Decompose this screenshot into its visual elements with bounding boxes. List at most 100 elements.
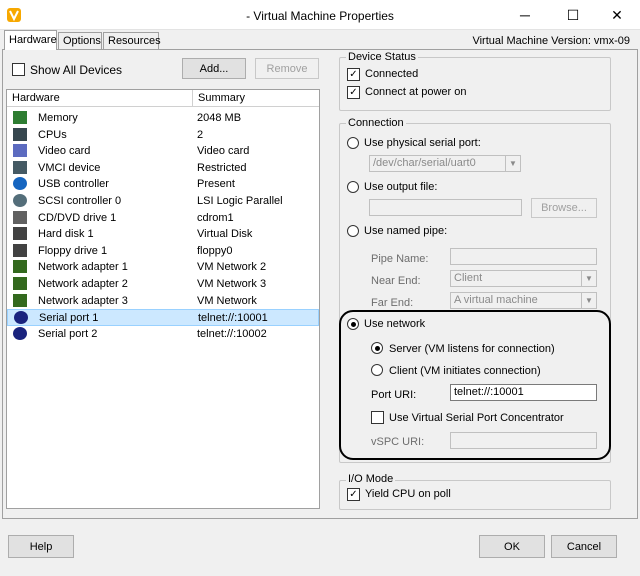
- tab-resources[interactable]: Resources: [103, 32, 161, 49]
- chevron-down-icon: ▼: [581, 293, 596, 308]
- hardware-row[interactable]: Network adapter 1 VM Network 2: [7, 259, 319, 276]
- output-file-input[interactable]: [369, 199, 522, 216]
- add-button[interactable]: Add...: [182, 58, 246, 79]
- chevron-down-icon: ▼: [581, 271, 596, 286]
- hardware-name: Serial port 2: [38, 327, 98, 340]
- hardware-name: Network adapter 1: [38, 261, 128, 274]
- physical-serial-port-value: /dev/char/serial/uart0: [373, 157, 476, 169]
- hardware-row[interactable]: Floppy drive 1 floppy0: [7, 243, 319, 260]
- network-highlight-annotation: [339, 310, 611, 460]
- close-button[interactable]: ✕: [594, 0, 640, 30]
- column-header-summary[interactable]: Summary: [193, 90, 319, 107]
- network-icon: [13, 260, 27, 274]
- pipe-name-label: Pipe Name:: [371, 253, 429, 265]
- remove-button[interactable]: Remove: [255, 58, 319, 79]
- show-all-devices-label: Show All Devices: [30, 63, 123, 77]
- hardware-row[interactable]: SCSI controller 0 LSI Logic Parallel: [7, 193, 319, 210]
- physical-serial-port-radio[interactable]: [347, 137, 359, 149]
- hardware-list[interactable]: Hardware Summary Memory 2048 MB CPUs 2 Video…: [6, 89, 320, 509]
- connection-legend: Connection: [346, 117, 406, 129]
- cd-icon: [13, 210, 27, 224]
- hardware-row[interactable]: VMCI device Restricted: [7, 160, 319, 177]
- browse-button[interactable]: Browse...: [531, 198, 597, 218]
- hardware-summary: VM Network: [197, 294, 257, 307]
- device-status-legend: Device Status: [346, 51, 418, 63]
- show-all-devices-checkbox[interactable]: [12, 63, 25, 76]
- minimize-button[interactable]: ─: [502, 0, 548, 30]
- hardware-name: CD/DVD drive 1: [38, 211, 117, 224]
- hardware-summary: Virtual Disk: [197, 228, 253, 241]
- hardware-name: VMCI device: [38, 161, 101, 174]
- hardware-summary: Present: [197, 178, 235, 191]
- column-header-hardware[interactable]: Hardware: [7, 90, 193, 107]
- maximize-button[interactable]: ☐: [550, 0, 596, 30]
- output-file-radio[interactable]: [347, 181, 359, 193]
- hardware-summary: Video card: [197, 145, 250, 158]
- pipe-name-input[interactable]: [450, 248, 597, 265]
- physical-serial-port-label: Use physical serial port:: [364, 137, 481, 149]
- maximize-icon: ☐: [566, 6, 580, 23]
- hardware-name: Video card: [38, 145, 91, 158]
- hardware-row[interactable]: Network adapter 2 VM Network 3: [7, 276, 319, 293]
- hardware-name: USB controller: [38, 178, 109, 191]
- near-end-select[interactable]: Client ▼: [450, 270, 597, 287]
- tab-options[interactable]: Options: [58, 32, 102, 49]
- connected-checkbox[interactable]: ✓: [347, 68, 360, 81]
- io-mode-legend: I/O Mode: [346, 473, 396, 485]
- connected-label: Connected: [365, 68, 419, 80]
- minimize-icon: ─: [520, 7, 530, 23]
- hardware-name: Floppy drive 1: [38, 244, 108, 257]
- check-icon: ✓: [349, 488, 358, 500]
- hardware-summary: VM Network 3: [197, 278, 267, 290]
- hardware-summary: cdrom1: [197, 211, 234, 224]
- hardware-name: SCSI controller 0: [38, 195, 122, 207]
- tab-label: Hardware: [9, 34, 57, 46]
- hardware-row[interactable]: USB controller Present: [7, 176, 319, 193]
- physical-serial-port-select[interactable]: /dev/char/serial/uart0 ▼: [369, 155, 521, 172]
- hardware-row[interactable]: Hard disk 1 Virtual Disk: [7, 226, 319, 243]
- hardware-row[interactable]: Video card Video card: [7, 143, 319, 160]
- chevron-down-icon: ▼: [505, 156, 520, 171]
- ok-button[interactable]: OK: [479, 535, 545, 558]
- title-bar: - Virtual Machine Properties ─ ☐ ✕: [0, 0, 640, 30]
- hardware-row[interactable]: Network adapter 3 VM Network: [7, 293, 319, 310]
- hardware-name: Memory: [38, 112, 78, 124]
- near-end-label: Near End:: [371, 275, 421, 287]
- hardware-summary: Restricted: [197, 161, 247, 174]
- hardware-row[interactable]: Serial port 2 telnet://:10002: [7, 326, 319, 343]
- hardware-row[interactable]: Serial port 1 telnet://:10001: [7, 309, 319, 326]
- check-icon: ✓: [349, 68, 358, 80]
- far-end-select[interactable]: A virtual machine ▼: [450, 292, 597, 309]
- hardware-summary: 2: [197, 128, 204, 141]
- hard-disk-icon: [13, 227, 27, 241]
- cancel-button[interactable]: Cancel: [551, 535, 617, 558]
- floppy-icon: [13, 243, 27, 257]
- hardware-row[interactable]: CD/DVD drive 1 cdrom1: [7, 210, 319, 227]
- hardware-summary: LSI Logic Parallel: [197, 195, 283, 207]
- output-file-label: Use output file:: [364, 181, 438, 193]
- named-pipe-radio[interactable]: [347, 225, 359, 237]
- serial-port-icon: [13, 326, 27, 340]
- hardware-row[interactable]: Memory 2048 MB: [7, 110, 319, 127]
- vmci-icon: [13, 160, 27, 174]
- help-button[interactable]: Help: [8, 535, 74, 558]
- far-end-label: Far End:: [371, 297, 414, 309]
- hardware-summary: 2048 MB: [197, 112, 242, 124]
- hardware-row[interactable]: CPUs 2: [7, 127, 319, 144]
- yield-cpu-checkbox[interactable]: ✓: [347, 488, 360, 501]
- connect-at-power-on-checkbox[interactable]: ✓: [347, 86, 360, 99]
- serial-port-icon: [14, 311, 28, 325]
- tab-label: Resources: [108, 35, 161, 47]
- connect-at-power-on-label: Connect at power on: [365, 86, 467, 98]
- scsi-icon: [13, 194, 27, 207]
- hardware-summary: telnet://:10002: [197, 327, 267, 340]
- tab-hardware[interactable]: Hardware: [4, 30, 57, 50]
- hardware-name: Network adapter 3: [38, 294, 128, 307]
- yield-cpu-label: Yield CPU on poll: [365, 488, 451, 500]
- device-status-group: [339, 57, 611, 111]
- close-icon: ✕: [611, 6, 623, 23]
- network-icon: [13, 277, 27, 290]
- hardware-name: Serial port 1: [39, 312, 99, 325]
- vm-version: Virtual Machine Version: vmx-09: [472, 35, 630, 47]
- hardware-summary: telnet://:10001: [198, 312, 268, 325]
